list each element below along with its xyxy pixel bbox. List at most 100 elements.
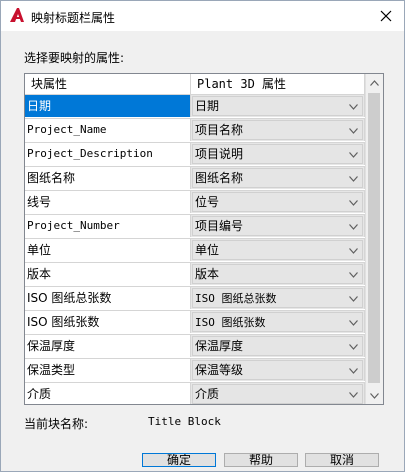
dropdown-button[interactable] xyxy=(345,193,362,212)
plant-attribute-dropdown[interactable]: 保温厚度 xyxy=(192,336,363,356)
dropdown-button[interactable] xyxy=(345,361,362,380)
dropdown-button[interactable] xyxy=(345,265,362,284)
dropdown-button[interactable] xyxy=(345,241,362,260)
plant-attribute-cell: 保温厚度 xyxy=(191,335,365,357)
grid-rows: 日期 日期 Project_Name 项目名称 Project_Description 项… xyxy=(25,95,365,404)
dropdown-value: 介质 xyxy=(195,387,220,401)
table-row[interactable]: Project_Number 项目编号 xyxy=(25,215,365,239)
plant-attribute-dropdown[interactable]: 版本 xyxy=(192,264,363,284)
table-row[interactable]: Project_Name 项目名称 xyxy=(25,119,365,143)
scroll-up-button[interactable] xyxy=(366,74,383,91)
block-attribute-cell[interactable]: 日期 xyxy=(25,95,191,117)
block-attribute-cell[interactable]: 保温类型 xyxy=(25,359,191,381)
autocad-a-icon xyxy=(10,8,24,22)
scroll-down-button[interactable] xyxy=(366,387,383,404)
chevron-down-icon xyxy=(349,151,358,158)
current-block-value: Title Block xyxy=(148,415,221,428)
plant-attribute-dropdown[interactable]: 介质 xyxy=(192,384,363,404)
plant-attribute-cell: 单位 xyxy=(191,239,365,261)
table-row[interactable]: ISO 图纸总张数 ISO 图纸总张数 xyxy=(25,287,365,311)
column-header-plant-attribute[interactable]: Plant 3D 属性 xyxy=(191,74,365,94)
select-attributes-prompt: 选择要映射的属性: xyxy=(24,51,125,65)
block-attribute-cell[interactable]: 版本 xyxy=(25,263,191,285)
table-row[interactable]: 版本 版本 xyxy=(25,263,365,287)
chevron-down-icon xyxy=(349,295,358,302)
plant-attribute-dropdown[interactable]: 项目编号 xyxy=(192,216,363,236)
scrollbar-thumb[interactable] xyxy=(368,93,380,383)
plant-attribute-dropdown[interactable]: ISO 图纸张数 xyxy=(192,312,363,332)
table-row[interactable]: 线号 位号 xyxy=(25,191,365,215)
block-attribute-cell[interactable]: ISO 图纸张数 xyxy=(25,311,191,333)
title-bar[interactable]: 映射标题栏属性 xyxy=(1,1,404,31)
plant-attribute-cell: 图纸名称 xyxy=(191,167,365,189)
column-header-block-attribute[interactable]: 块属性 xyxy=(25,74,191,94)
attribute-mapping-grid[interactable]: 块属性 Plant 3D 属性 日期 日期 Project_Name 项目名称 Proj… xyxy=(24,73,384,405)
dropdown-button[interactable] xyxy=(345,121,362,140)
table-row[interactable]: 日期 日期 xyxy=(25,95,365,119)
block-attribute-cell[interactable]: Project_Description xyxy=(25,143,191,165)
dropdown-button[interactable] xyxy=(345,337,362,356)
block-attribute-cell[interactable]: ISO 图纸总张数 xyxy=(25,287,191,309)
block-attribute-cell[interactable]: 图纸名称 xyxy=(25,167,191,189)
table-row[interactable]: ISO 图纸张数 ISO 图纸张数 xyxy=(25,311,365,335)
chevron-down-icon xyxy=(349,175,358,182)
dropdown-button[interactable] xyxy=(345,169,362,188)
block-attribute-cell[interactable]: Project_Name xyxy=(25,119,191,141)
chevron-down-icon xyxy=(349,319,358,326)
dropdown-value: 版本 xyxy=(195,267,220,281)
cancel-button[interactable]: 取消 xyxy=(305,453,379,467)
vertical-scrollbar[interactable] xyxy=(365,74,383,404)
chevron-down-icon xyxy=(349,247,358,254)
dropdown-value: 图纸名称 xyxy=(195,171,244,185)
chevron-down-icon xyxy=(349,367,358,374)
table-row[interactable]: 单位 单位 xyxy=(25,239,365,263)
block-attribute-cell[interactable]: 单位 xyxy=(25,239,191,261)
dropdown-value: ISO 图纸张数 xyxy=(195,316,266,329)
plant-attribute-cell: ISO 图纸张数 xyxy=(191,311,365,333)
dropdown-button[interactable] xyxy=(345,385,362,404)
block-attribute-cell[interactable]: 介质 xyxy=(25,383,191,404)
plant-attribute-dropdown[interactable]: 图纸名称 xyxy=(192,168,363,188)
plant-attribute-cell: 位号 xyxy=(191,191,365,213)
plant-attribute-cell: 项目说明 xyxy=(191,143,365,165)
chevron-down-icon xyxy=(370,392,379,399)
dropdown-value: 项目编号 xyxy=(195,219,244,233)
table-row[interactable]: 介质 介质 xyxy=(25,383,365,404)
chevron-down-icon xyxy=(349,127,358,134)
table-row[interactable]: 保温类型 保温等级 xyxy=(25,359,365,383)
plant-attribute-dropdown[interactable]: 项目说明 xyxy=(192,144,363,164)
dropdown-value: ISO 图纸总张数 xyxy=(195,292,277,305)
dialog-window: 映射标题栏属性 选择要映射的属性: 块属性 Plant 3D 属性 日期 日期 Pr… xyxy=(0,0,405,472)
ok-button[interactable]: 确定 xyxy=(142,453,216,467)
plant-attribute-cell: 保温等级 xyxy=(191,359,365,381)
plant-attribute-dropdown[interactable]: 保温等级 xyxy=(192,360,363,380)
plant-attribute-cell: 项目名称 xyxy=(191,119,365,141)
dropdown-button[interactable] xyxy=(345,97,362,116)
table-row[interactable]: Project_Description 项目说明 xyxy=(25,143,365,167)
plant-attribute-dropdown[interactable]: 项目名称 xyxy=(192,120,363,140)
chevron-down-icon xyxy=(349,271,358,278)
close-button[interactable] xyxy=(374,5,398,27)
block-attribute-cell[interactable]: 保温厚度 xyxy=(25,335,191,357)
plant-attribute-cell: ISO 图纸总张数 xyxy=(191,287,365,309)
help-button[interactable]: 帮助 xyxy=(224,453,298,467)
dropdown-button[interactable] xyxy=(345,145,362,164)
chevron-down-icon xyxy=(349,343,358,350)
plant-attribute-dropdown[interactable]: ISO 图纸总张数 xyxy=(192,288,363,308)
dropdown-button[interactable] xyxy=(345,289,362,308)
table-row[interactable]: 图纸名称 图纸名称 xyxy=(25,167,365,191)
plant-attribute-cell: 项目编号 xyxy=(191,215,365,237)
dropdown-button[interactable] xyxy=(345,217,362,236)
dropdown-value: 单位 xyxy=(195,243,220,257)
block-attribute-cell[interactable]: Project_Number xyxy=(25,215,191,237)
plant-attribute-dropdown[interactable]: 位号 xyxy=(192,192,363,212)
table-row[interactable]: 保温厚度 保温厚度 xyxy=(25,335,365,359)
dropdown-value: 项目说明 xyxy=(195,147,244,161)
dropdown-button[interactable] xyxy=(345,313,362,332)
block-attribute-cell[interactable]: 线号 xyxy=(25,191,191,213)
plant-attribute-cell: 版本 xyxy=(191,263,365,285)
chevron-down-icon xyxy=(349,199,358,206)
plant-attribute-dropdown[interactable]: 单位 xyxy=(192,240,363,260)
plant-attribute-dropdown[interactable]: 日期 xyxy=(192,96,363,116)
grid-header: 块属性 Plant 3D 属性 xyxy=(25,74,365,95)
